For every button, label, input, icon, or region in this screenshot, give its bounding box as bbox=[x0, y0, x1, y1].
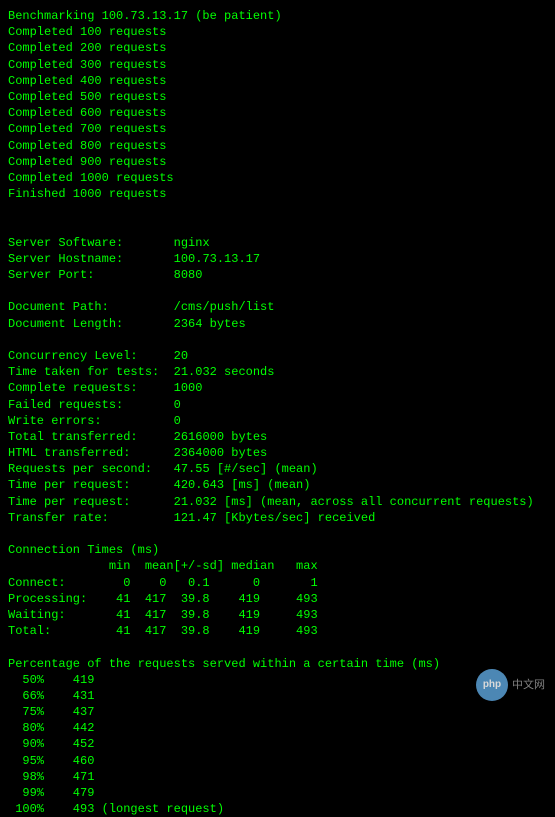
value: 21.032 [ms] (mean, across all concurrent… bbox=[174, 495, 534, 509]
server-port-row: Server Port: 8080 bbox=[8, 267, 547, 283]
value: 0 bbox=[174, 414, 181, 428]
value: 47.55 [#/sec] (mean) bbox=[174, 462, 318, 476]
value: 2364 bytes bbox=[174, 317, 246, 331]
progress-line: Completed 700 requests bbox=[8, 121, 547, 137]
tpr1-row: Time per request: 420.643 [ms] (mean) bbox=[8, 477, 547, 493]
failed-requests-row: Failed requests: 0 bbox=[8, 397, 547, 413]
complete-requests-row: Complete requests: 1000 bbox=[8, 380, 547, 396]
document-length-row: Document Length: 2364 bytes bbox=[8, 316, 547, 332]
value: nginx bbox=[174, 236, 210, 250]
label: Write errors: bbox=[8, 414, 102, 428]
label: Server Software: bbox=[8, 236, 123, 250]
time-taken-row: Time taken for tests: 21.032 seconds bbox=[8, 364, 547, 380]
conn-connect-row: Connect: 0 0 0.1 0 1 bbox=[8, 575, 547, 591]
label: Requests per second: bbox=[8, 462, 152, 476]
progress-line: Completed 400 requests bbox=[8, 73, 547, 89]
percentile-row: 99% 479 bbox=[8, 785, 547, 801]
conn-total-row: Total: 41 417 39.8 419 493 bbox=[8, 623, 547, 639]
tpr2-row: Time per request: 21.032 [ms] (mean, acr… bbox=[8, 494, 547, 510]
conn-processing-row: Processing: 41 417 39.8 419 493 bbox=[8, 591, 547, 607]
percentile-row: 95% 460 bbox=[8, 753, 547, 769]
percentile-row: 50% 419 bbox=[8, 672, 547, 688]
value: 8080 bbox=[174, 268, 203, 282]
value: 20 bbox=[174, 349, 188, 363]
conn-waiting-row: Waiting: 41 417 39.8 419 493 bbox=[8, 607, 547, 623]
value: 420.643 [ms] (mean) bbox=[174, 478, 311, 492]
progress-line: Finished 1000 requests bbox=[8, 186, 547, 202]
label: HTML transferred: bbox=[8, 446, 130, 460]
write-errors-row: Write errors: 0 bbox=[8, 413, 547, 429]
label: Complete requests: bbox=[8, 381, 138, 395]
conn-times-title: Connection Times (ms) bbox=[8, 542, 547, 558]
value: 121.47 [Kbytes/sec] received bbox=[174, 511, 376, 525]
progress-line: Completed 300 requests bbox=[8, 57, 547, 73]
php-logo-icon: php bbox=[476, 669, 508, 701]
html-transferred-row: HTML transferred: 2364000 bytes bbox=[8, 445, 547, 461]
rps-row: Requests per second: 47.55 [#/sec] (mean… bbox=[8, 461, 547, 477]
watermark: php 中文网 bbox=[476, 669, 545, 701]
percentile-row: 98% 471 bbox=[8, 769, 547, 785]
label: Concurrency Level: bbox=[8, 349, 138, 363]
progress-line: Completed 800 requests bbox=[8, 138, 547, 154]
concurrency-row: Concurrency Level: 20 bbox=[8, 348, 547, 364]
label: Document Length: bbox=[8, 317, 123, 331]
value: 21.032 seconds bbox=[174, 365, 275, 379]
label: Document Path: bbox=[8, 300, 109, 314]
blank-line bbox=[8, 202, 547, 218]
blank-line bbox=[8, 283, 547, 299]
blank-line bbox=[8, 526, 547, 542]
blank-line bbox=[8, 639, 547, 655]
transfer-rate-row: Transfer rate: 121.47 [Kbytes/sec] recei… bbox=[8, 510, 547, 526]
blank-line bbox=[8, 218, 547, 234]
percentile-row: 90% 452 bbox=[8, 736, 547, 752]
label: Server Port: bbox=[8, 268, 94, 282]
progress-line: Completed 500 requests bbox=[8, 89, 547, 105]
label: Server Hostname: bbox=[8, 252, 123, 266]
document-path-row: Document Path: /cms/push/list bbox=[8, 299, 547, 315]
label: Total transferred: bbox=[8, 430, 138, 444]
value: /cms/push/list bbox=[174, 300, 275, 314]
label: Time per request: bbox=[8, 478, 130, 492]
percentile-row: 80% 442 bbox=[8, 720, 547, 736]
progress-line: Completed 600 requests bbox=[8, 105, 547, 121]
progress-line: Completed 100 requests bbox=[8, 24, 547, 40]
label: Failed requests: bbox=[8, 398, 123, 412]
percentiles-title: Percentage of the requests served within… bbox=[8, 656, 547, 672]
benchmarking-line: Benchmarking 100.73.13.17 (be patient) bbox=[8, 8, 547, 24]
value: 2364000 bytes bbox=[174, 446, 268, 460]
percentile-row: 75% 437 bbox=[8, 704, 547, 720]
progress-line: Completed 900 requests bbox=[8, 154, 547, 170]
progress-line: Completed 1000 requests bbox=[8, 170, 547, 186]
label: Time taken for tests: bbox=[8, 365, 159, 379]
percentile-row: 100% 493 (longest request) bbox=[8, 801, 547, 817]
conn-times-header: min mean[+/-sd] median max bbox=[8, 558, 547, 574]
server-hostname-row: Server Hostname: 100.73.13.17 bbox=[8, 251, 547, 267]
server-software-row: Server Software: nginx bbox=[8, 235, 547, 251]
value: 100.73.13.17 bbox=[174, 252, 260, 266]
progress-lines: Completed 100 requests Completed 200 req… bbox=[8, 24, 547, 202]
watermark-text: 中文网 bbox=[512, 678, 545, 693]
value: 1000 bbox=[174, 381, 203, 395]
label: Transfer rate: bbox=[8, 511, 109, 525]
percentile-row: 66% 431 bbox=[8, 688, 547, 704]
value: 2616000 bytes bbox=[174, 430, 268, 444]
label: Time per request: bbox=[8, 495, 130, 509]
value: 0 bbox=[174, 398, 181, 412]
total-transferred-row: Total transferred: 2616000 bytes bbox=[8, 429, 547, 445]
blank-line bbox=[8, 332, 547, 348]
progress-line: Completed 200 requests bbox=[8, 40, 547, 56]
